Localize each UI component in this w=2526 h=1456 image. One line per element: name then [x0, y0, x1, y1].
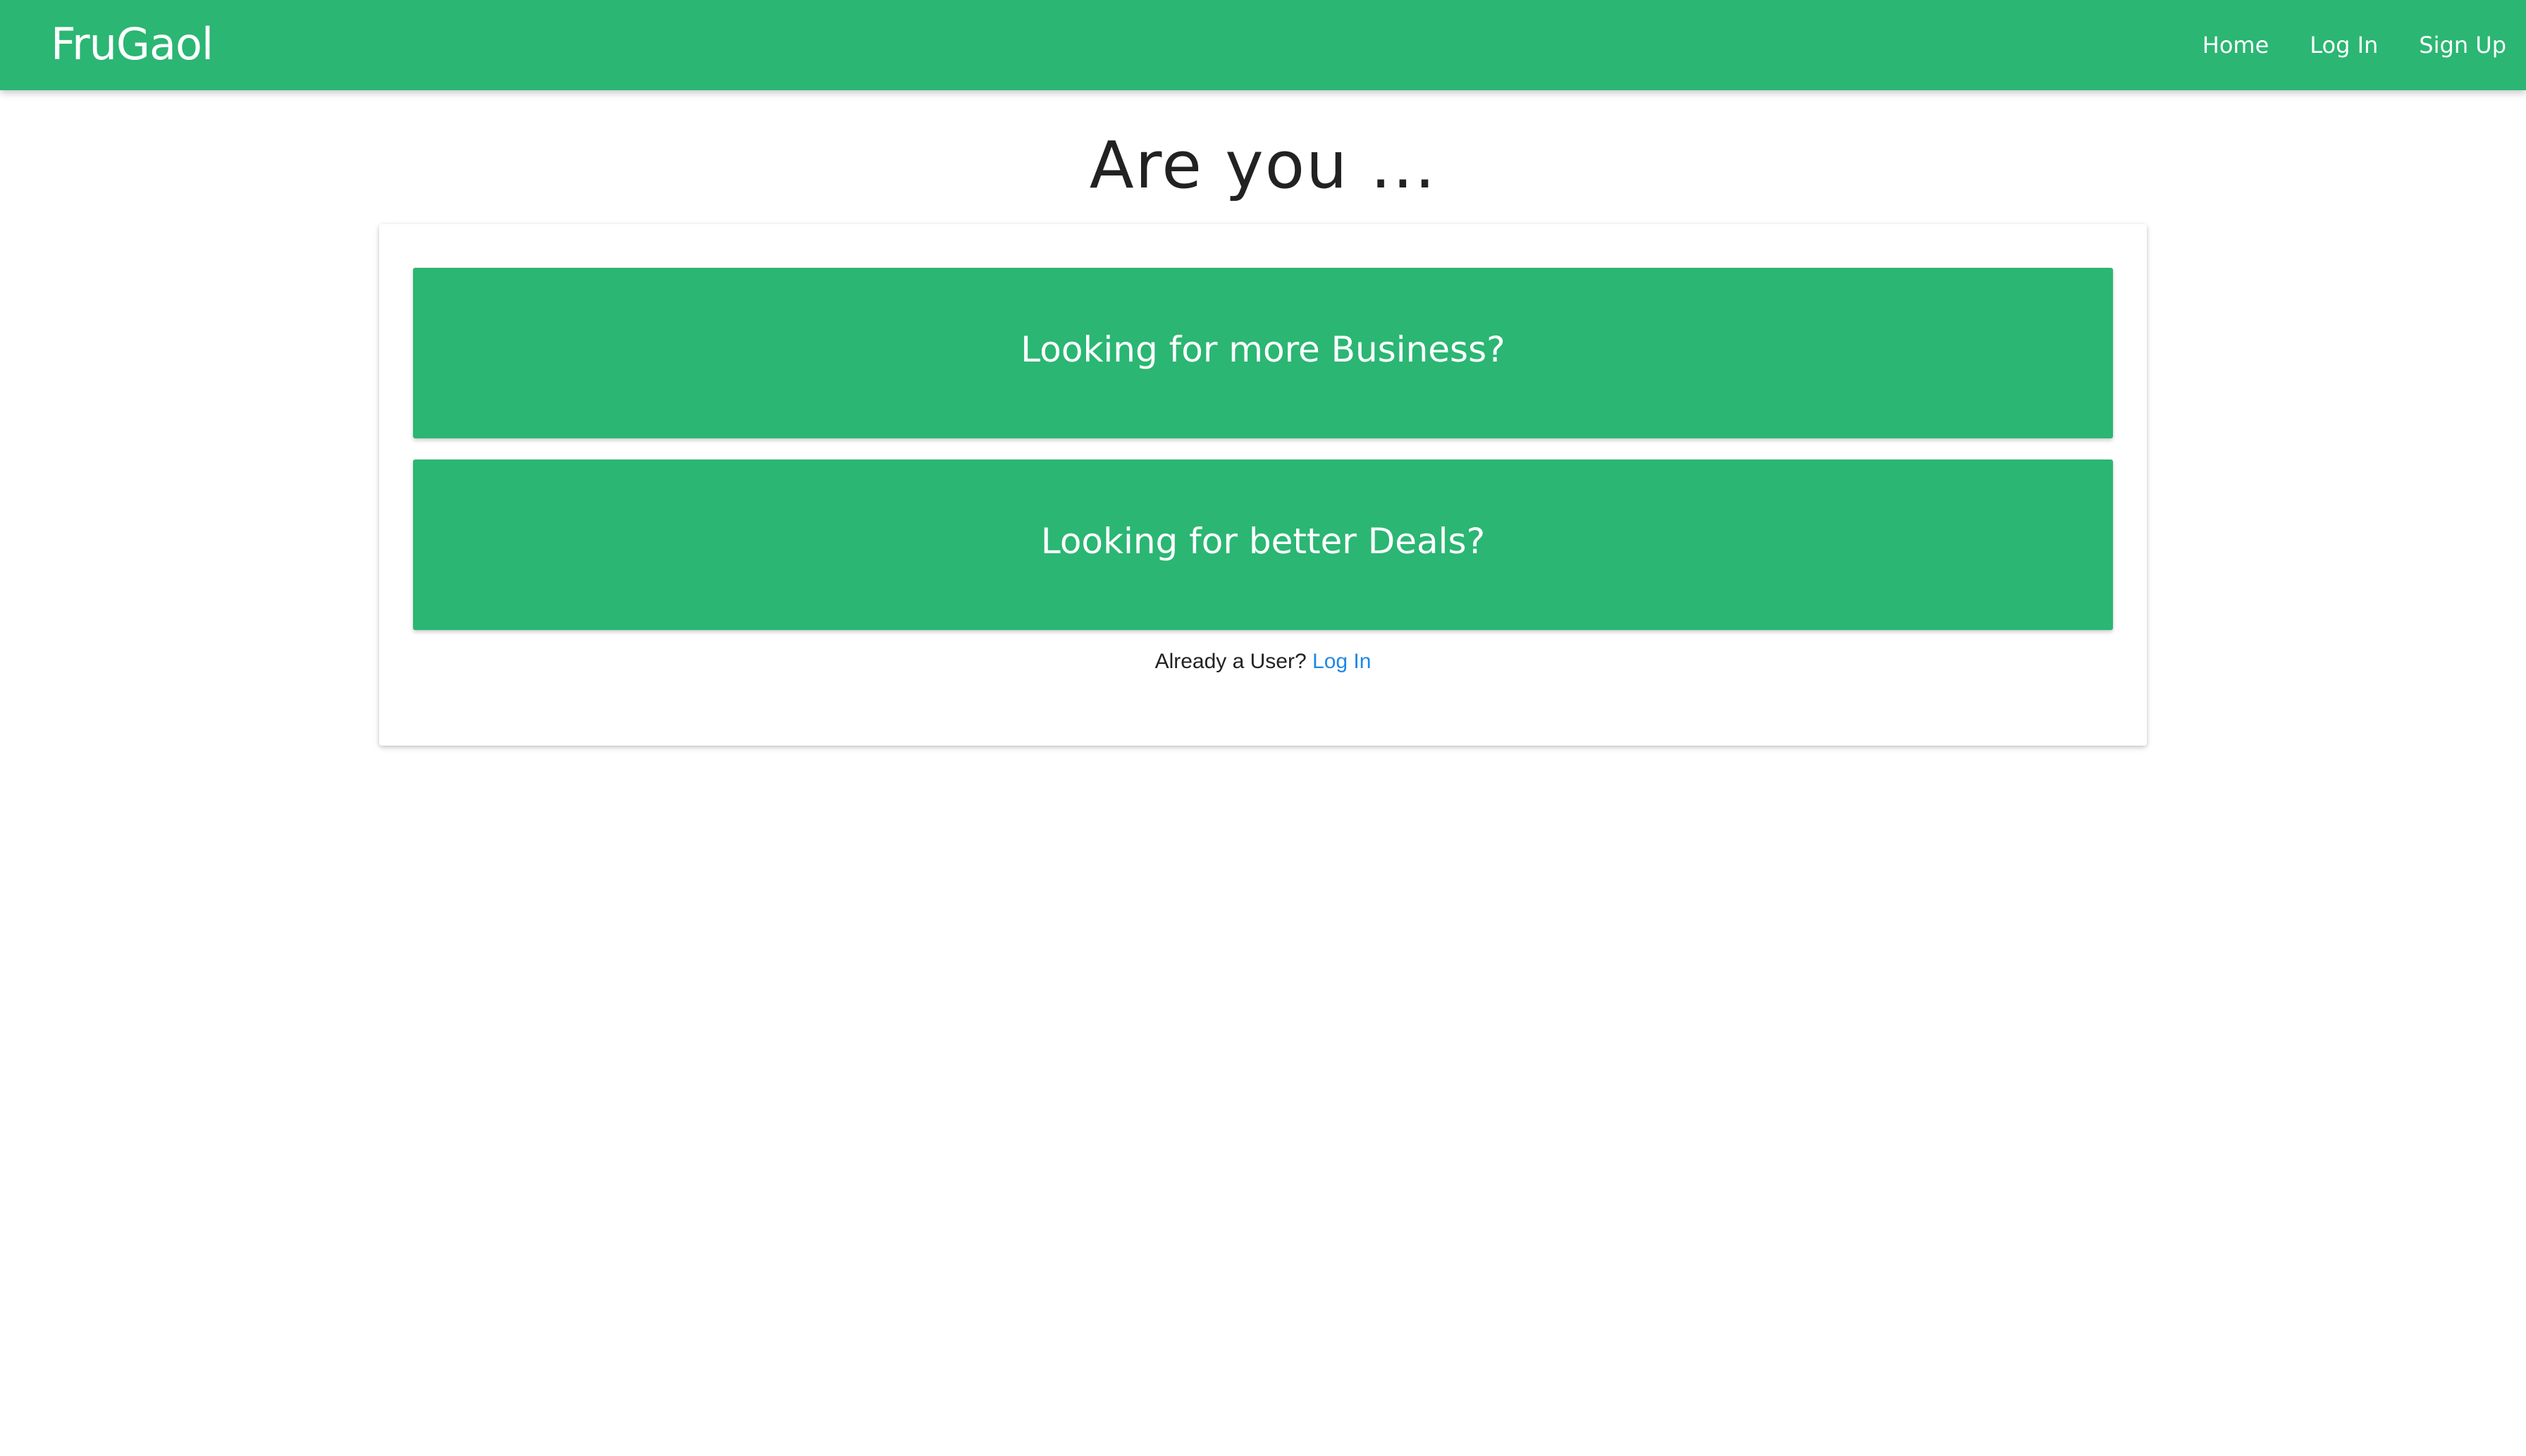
business-option-button[interactable]: Looking for more Business? — [413, 268, 2113, 438]
business-option-label: Looking for more Business? — [1021, 329, 1505, 370]
top-navbar: FruGaol Home Log In Sign Up — [0, 0, 2526, 90]
already-user-text: Already a User? — [1154, 650, 1307, 673]
nav-links: Home Log In Sign Up — [2162, 0, 2506, 90]
deals-option-label: Looking for better Deals? — [1040, 521, 1486, 562]
already-user-prompt: Already a User? Log In — [379, 650, 2147, 674]
page-title: Are you ... — [1089, 128, 1437, 203]
brand-logo[interactable]: FruGaol — [51, 0, 214, 90]
deals-option-button[interactable]: Looking for better Deals? — [413, 459, 2113, 630]
nav-signup-link[interactable]: Sign Up — [2419, 32, 2506, 58]
login-link[interactable]: Log In — [1312, 650, 1371, 673]
nav-home-link[interactable]: Home — [2202, 32, 2269, 58]
nav-login-link[interactable]: Log In — [2310, 32, 2378, 58]
role-selection-card: Looking for more Business? Looking for b… — [379, 224, 2147, 746]
